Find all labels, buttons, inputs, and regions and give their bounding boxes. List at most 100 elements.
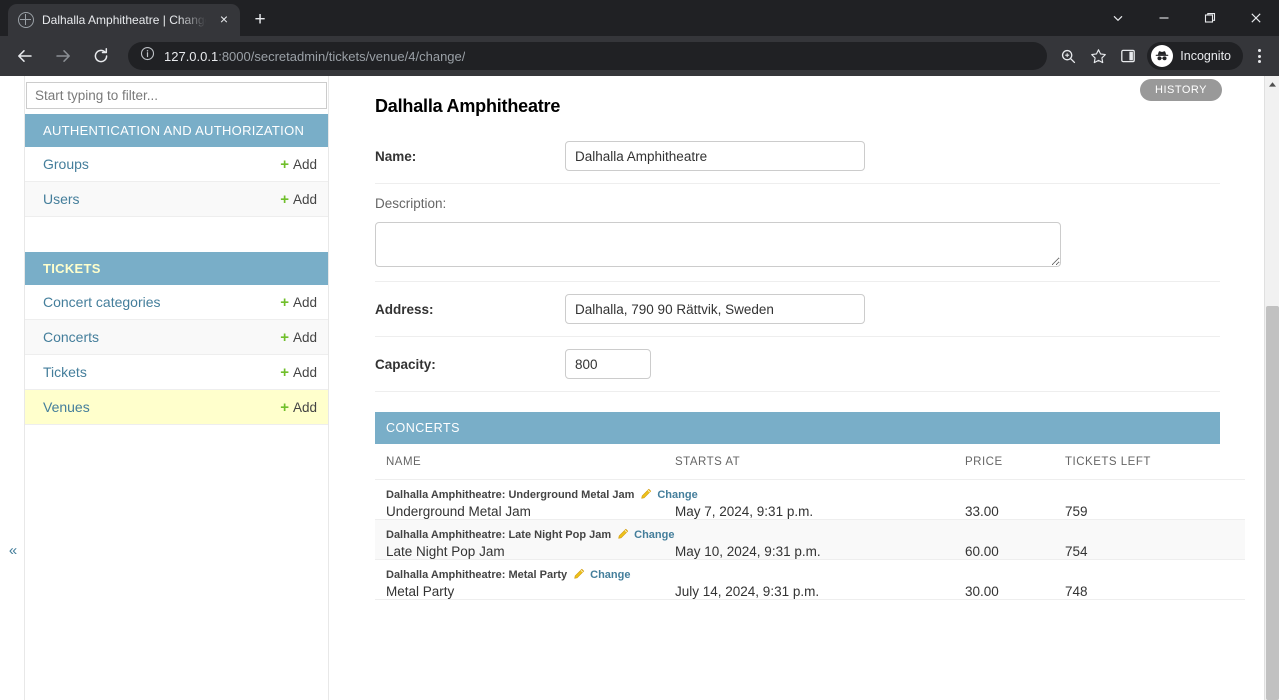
page-viewport: AUTHENTICATION AND AUTHORIZATION Groups … [0, 76, 1279, 700]
cell-price: 60.00 [965, 544, 999, 559]
cell-price: 30.00 [965, 584, 999, 599]
pencil-icon [639, 488, 652, 501]
window-controls [1095, 0, 1279, 36]
column-header-tickets-left: TICKETS LEFT [1065, 444, 1245, 480]
name-label: Name: [375, 148, 417, 164]
venue-form-fieldset: Name: Description: Address: Capacity: [330, 129, 1265, 392]
concerts-inline-heading: CONCERTS [375, 412, 1220, 444]
app-caption-tickets[interactable]: TICKETS [25, 252, 328, 285]
table-row: Metal Party July 14, 2024, 9:31 p.m. 30.… [375, 584, 1245, 599]
info-circle-icon[interactable] [140, 46, 155, 66]
form-row-address: Address: [375, 282, 1220, 337]
add-groups-link[interactable]: + Add [280, 157, 317, 172]
app-caption-auth[interactable]: AUTHENTICATION AND AUTHORIZATION [25, 114, 328, 147]
url-path: :8000/secretadmin/tickets/venue/4/change… [218, 48, 466, 64]
cell-name: Metal Party [386, 584, 455, 599]
page-scrollbar[interactable] [1264, 76, 1279, 700]
plus-icon: + [280, 398, 289, 416]
app-block-auth: AUTHENTICATION AND AUTHORIZATION Groups … [25, 114, 328, 217]
sidebar-item-tickets[interactable]: Tickets + Add [25, 355, 328, 390]
browser-tab[interactable]: Dalhalla Amphitheatre | Change v × [8, 4, 240, 36]
scrollbar-thumb[interactable] [1266, 306, 1279, 700]
description-label: Description: [375, 196, 447, 211]
add-label: Add [292, 294, 317, 310]
main-content: HISTORY Dalhalla Amphitheatre Name: Desc… [330, 76, 1265, 700]
browser-window: Dalhalla Amphitheatre | Change v × + 127… [0, 0, 1279, 700]
cell-price: 33.00 [965, 504, 999, 519]
sidebar-item-label[interactable]: Venues [43, 399, 90, 415]
incognito-hat-icon [1151, 45, 1174, 67]
form-row-description: Description: [375, 184, 1220, 282]
new-tab-button[interactable]: + [246, 6, 274, 34]
incognito-label: Incognito [1180, 49, 1231, 63]
inline-object-label: Dalhalla Amphitheatre: Late Night Pop Ja… [386, 528, 612, 541]
concerts-table-head: NAME STARTS AT PRICE TICKETS LEFT [375, 444, 1245, 480]
pencil-icon [616, 528, 629, 541]
tab-strip: Dalhalla Amphitheatre | Change v × + [0, 0, 1279, 36]
scroll-up-arrow-icon[interactable] [1265, 76, 1279, 92]
sidebar-item-label[interactable]: Tickets [43, 364, 87, 380]
inline-object-title: Dalhalla Amphitheatre: Late Night Pop Ja… [375, 520, 1245, 544]
close-icon[interactable]: × [216, 12, 232, 28]
concerts-table: NAME STARTS AT PRICE TICKETS LEFT Dalhal… [375, 444, 1245, 600]
add-concert-categories-link[interactable]: + Add [280, 295, 317, 310]
incognito-indicator[interactable]: Incognito [1147, 42, 1243, 70]
history-button[interactable]: HISTORY [1140, 79, 1222, 101]
add-venues-link[interactable]: + Add [280, 400, 317, 415]
add-tickets-link[interactable]: + Add [280, 365, 317, 380]
inline-object-title: Dalhalla Amphitheatre: Metal Party Chang… [375, 560, 1245, 584]
zoom-magnifier-icon[interactable] [1053, 41, 1083, 71]
cell-tickets-left: 748 [1065, 584, 1088, 599]
close-icon[interactable] [1233, 0, 1279, 36]
page-left-gutter [0, 76, 24, 700]
add-concerts-link[interactable]: + Add [280, 330, 317, 345]
sidebar-item-label[interactable]: Users [43, 191, 80, 207]
sidebar-collapse-toggle[interactable]: « [5, 542, 21, 560]
sidebar-item-venues[interactable]: Venues + Add [25, 390, 328, 425]
star-icon[interactable] [1083, 41, 1113, 71]
browser-toolbar: 127.0.0.1:8000/secretadmin/tickets/venue… [0, 36, 1279, 76]
table-row: Underground Metal Jam May 7, 2024, 9:31 … [375, 504, 1245, 519]
admin-nav-sidebar: AUTHENTICATION AND AUTHORIZATION Groups … [24, 76, 329, 700]
address-label: Address: [375, 301, 434, 317]
concerts-inline-group: CONCERTS NAME STARTS AT PRICE TICKETS LE… [375, 412, 1245, 600]
side-panel-icon[interactable] [1113, 41, 1143, 71]
capacity-field[interactable] [565, 349, 651, 379]
sidebar-item-label[interactable]: Concerts [43, 329, 99, 345]
back-arrow-icon[interactable] [9, 40, 41, 72]
kebab-menu-icon[interactable] [1245, 41, 1273, 71]
name-field[interactable] [565, 141, 865, 171]
chevron-down-icon[interactable] [1095, 0, 1141, 36]
column-header-name: NAME [375, 444, 675, 480]
plus-icon: + [280, 293, 289, 311]
inline-object-label: Dalhalla Amphitheatre: Underground Metal… [386, 488, 635, 501]
table-header-row: NAME STARTS AT PRICE TICKETS LEFT [375, 444, 1245, 480]
add-label: Add [292, 364, 317, 380]
change-link[interactable]: Change [634, 529, 674, 541]
add-users-link[interactable]: + Add [280, 192, 317, 207]
change-link[interactable]: Change [590, 569, 630, 581]
cell-tickets-left: 754 [1065, 544, 1088, 559]
reload-icon[interactable] [85, 40, 117, 72]
sidebar-item-label[interactable]: Concert categories [43, 294, 161, 310]
cell-starts-at: May 7, 2024, 9:31 p.m. [675, 504, 814, 519]
address-bar[interactable]: 127.0.0.1:8000/secretadmin/tickets/venue… [128, 42, 1048, 70]
object-tools: HISTORY [1140, 79, 1222, 101]
plus-icon: + [280, 328, 289, 346]
cell-starts-at: July 14, 2024, 9:31 p.m. [675, 584, 820, 599]
sidebar-item-concerts[interactable]: Concerts + Add [25, 320, 328, 355]
sidebar-item-label[interactable]: Groups [43, 156, 89, 172]
change-link[interactable]: Change [657, 489, 697, 501]
description-field[interactable] [375, 222, 1061, 267]
tab-title: Dalhalla Amphitheatre | Change v [42, 13, 208, 27]
sidebar-item-groups[interactable]: Groups + Add [25, 147, 328, 182]
url-text: 127.0.0.1:8000/secretadmin/tickets/venue… [164, 49, 465, 64]
search-input[interactable] [26, 82, 327, 109]
sidebar-item-users[interactable]: Users + Add [25, 182, 328, 217]
table-row: Late Night Pop Jam May 10, 2024, 9:31 p.… [375, 544, 1245, 559]
sidebar-item-concert-categories[interactable]: Concert categories + Add [25, 285, 328, 320]
restore-icon[interactable] [1187, 0, 1233, 36]
address-field[interactable] [565, 294, 865, 324]
minimize-icon[interactable] [1141, 0, 1187, 36]
page-title: Dalhalla Amphitheatre [375, 96, 561, 116]
